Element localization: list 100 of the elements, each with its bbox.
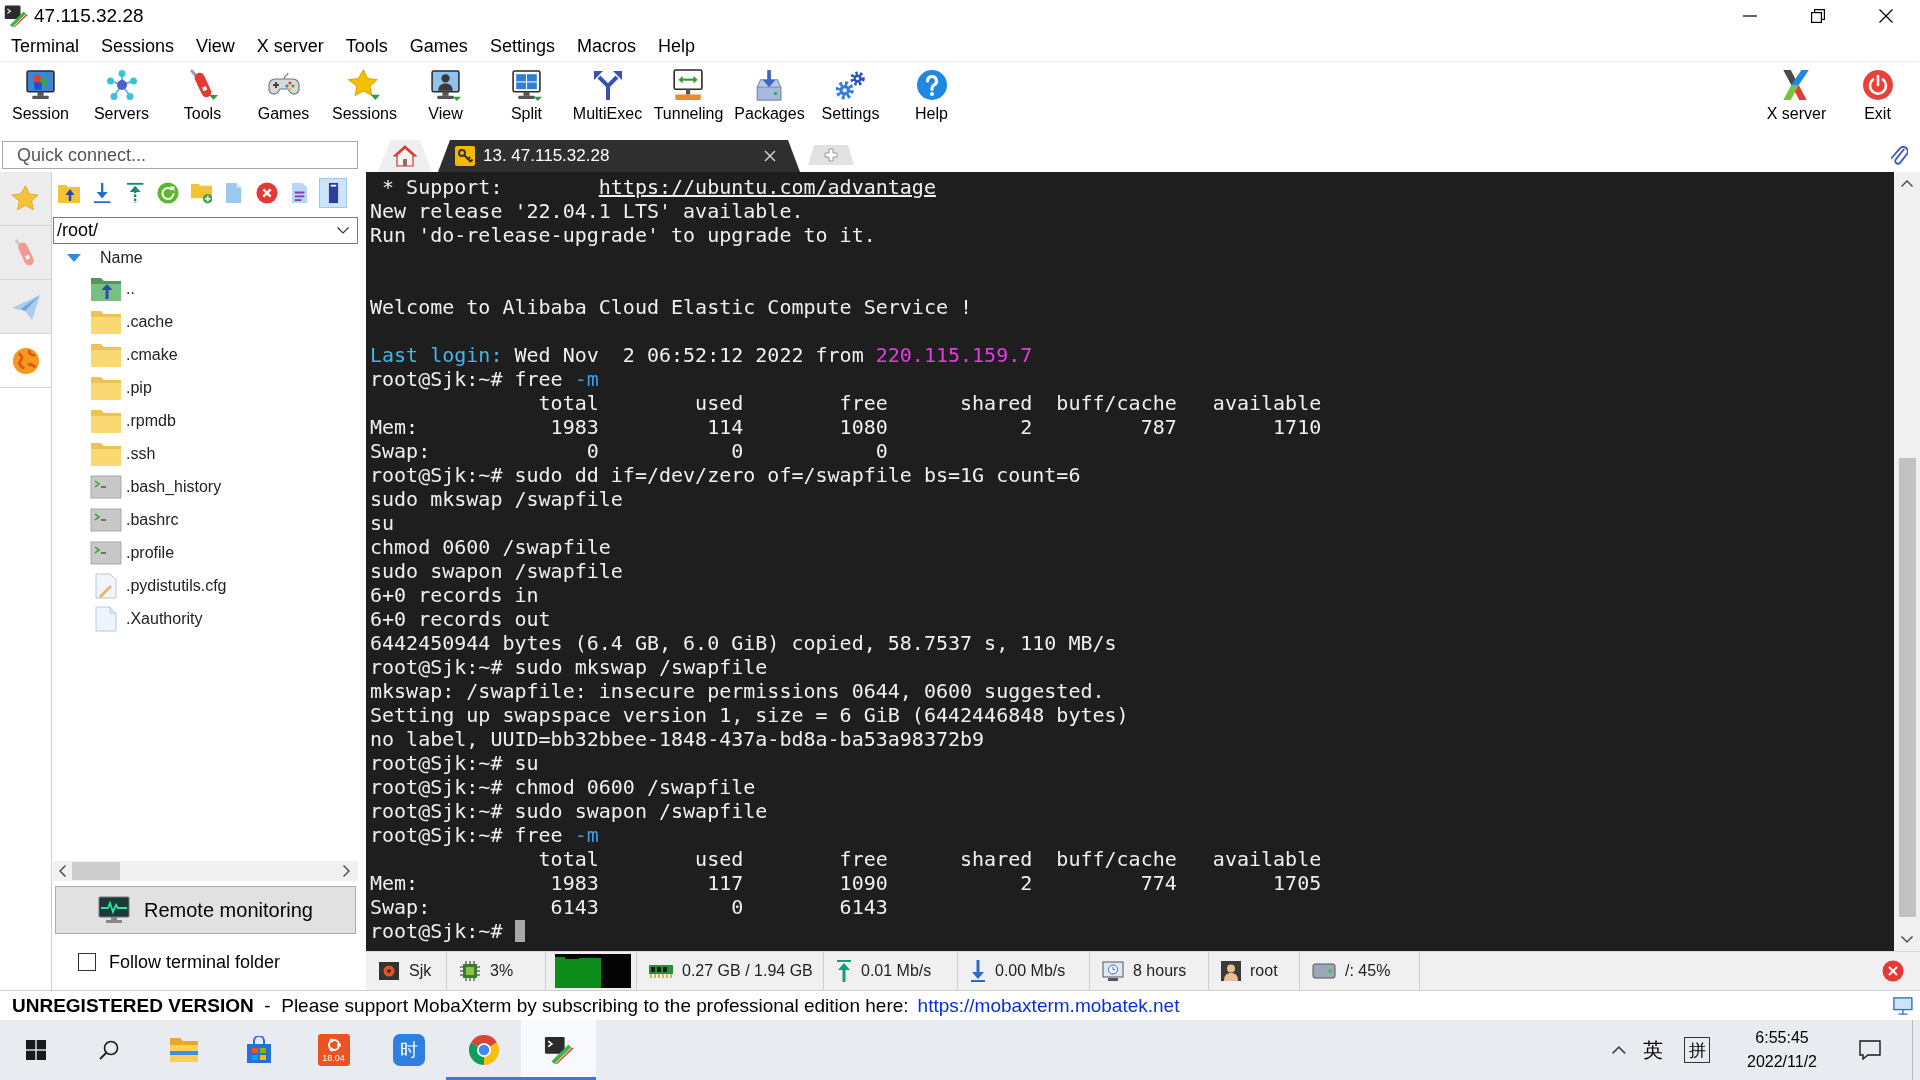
monitor-arrows-icon — [671, 69, 706, 101]
taskbar-app[interactable]: 时 — [371, 1020, 446, 1080]
circle-logo-icon — [468, 1035, 499, 1065]
close-icon[interactable] — [1882, 960, 1904, 982]
status-text: 0.27 GB / 1.94 GB — [682, 962, 813, 980]
close-icon[interactable] — [764, 150, 776, 162]
scroll-left-icon[interactable] — [59, 865, 66, 877]
monitor-grid-icon — [510, 69, 543, 101]
monitor-pulse-icon — [98, 896, 130, 924]
menu-item[interactable]: Games — [398, 32, 479, 61]
file-item[interactable]: .bashrc — [53, 503, 358, 536]
scroll-up-icon[interactable] — [1901, 180, 1913, 187]
folder-icon — [90, 308, 122, 335]
monitor-cubes-icon — [24, 69, 57, 101]
taskbar-app[interactable] — [521, 1020, 596, 1080]
app-logo-icon — [4, 4, 28, 28]
checkbox[interactable] — [78, 953, 96, 971]
terminal-line: 6+0 records out — [370, 607, 552, 631]
file-item[interactable]: .ssh — [53, 437, 358, 470]
taskbar-clock[interactable]: 6:55:45 2022/11/2 — [1730, 1022, 1834, 1078]
menu-item[interactable]: Macros — [565, 32, 647, 61]
upload-icon — [125, 182, 145, 204]
toolbar-button[interactable]: Settings — [810, 62, 891, 136]
file-item[interactable]: .Xauthority — [53, 602, 358, 635]
path-dropdown[interactable]: /root/ — [53, 217, 358, 244]
terminal-file-icon — [90, 506, 122, 533]
toolbar-button[interactable]: Tools — [162, 62, 243, 136]
menu-item[interactable]: Terminal — [0, 32, 91, 61]
file-item[interactable]: .pydistutils.cfg — [53, 569, 358, 602]
toolbar-button[interactable]: MultiExec — [567, 62, 648, 136]
edit-file-icon — [95, 572, 117, 599]
menu-item[interactable]: Help — [646, 32, 706, 61]
column-header[interactable]: Name — [53, 244, 358, 272]
monitor-person-icon — [429, 69, 462, 101]
chevron-up-icon — [1612, 1046, 1626, 1054]
terminal-line: Swap: 6143 0 6143 — [370, 895, 889, 919]
checkbox-label[interactable]: Follow terminal folder — [109, 951, 281, 973]
session-tab[interactable]: 13. 47.115.32.28 — [438, 140, 800, 172]
status-text: root — [1250, 962, 1278, 980]
toolbar-button[interactable]: View — [405, 62, 486, 136]
file-icon — [225, 182, 243, 204]
sftp-tool-button[interactable] — [319, 178, 347, 208]
terminal-text: * Support: — [381, 175, 504, 199]
file-item[interactable]: .pip — [53, 371, 358, 404]
menu-item[interactable]: View — [185, 32, 246, 61]
vertical-scrollbar[interactable] — [1894, 172, 1920, 951]
toolbar-button[interactable]: Help — [891, 62, 972, 136]
user-icon — [1221, 961, 1241, 981]
file-item[interactable]: .. — [53, 272, 358, 305]
ime-button[interactable]: 拼 — [1684, 1037, 1710, 1063]
menu-item[interactable]: Tools — [334, 32, 399, 61]
folder-up-icon — [90, 275, 122, 302]
terminal-line: su — [370, 511, 396, 535]
file-item[interactable]: .bash_history — [53, 470, 358, 503]
file-item[interactable]: .rpmdb — [53, 404, 358, 437]
scroll-down-icon[interactable] — [1901, 936, 1913, 943]
menu-item[interactable]: Settings — [478, 32, 566, 61]
folder-icon — [90, 374, 122, 401]
document-icon — [291, 182, 309, 204]
monitor-icon[interactable] — [1893, 996, 1913, 1015]
file-item[interactable]: .profile — [53, 536, 358, 569]
paperclip-icon[interactable] — [1889, 144, 1908, 166]
toolbar-button[interactable]: Tunneling — [648, 62, 729, 136]
circle-logo-icon — [326, 1037, 341, 1052]
remote-monitoring-button[interactable]: Remote monitoring — [55, 886, 356, 934]
horizontal-scrollbar[interactable] — [53, 861, 358, 881]
chip-icon — [459, 960, 481, 982]
terminal-line: root@Sjk:~# su — [370, 751, 540, 775]
menu-item[interactable]: Sessions — [90, 32, 186, 61]
refresh-icon — [157, 182, 179, 204]
input-mode-button[interactable]: 英 — [1636, 1030, 1670, 1070]
scroll-right-icon[interactable] — [343, 865, 350, 877]
plus-icon — [824, 148, 838, 162]
terminal-line: Mem: 1983 117 1090 2 774 1705 — [370, 871, 1323, 895]
file-item[interactable]: .cmake — [53, 338, 358, 371]
terminal-file-icon — [90, 473, 122, 500]
terminal-line: root@Sjk:~# sudo mkswap /swapfile — [370, 655, 769, 679]
terminal-logo-icon — [378, 961, 400, 981]
quick-connect-field[interactable]: Quick connect... — [2, 141, 358, 169]
toolbar-button[interactable]: Sessions — [324, 62, 405, 136]
power-icon — [1861, 69, 1894, 101]
toolbar-button[interactable]: X server — [1756, 62, 1837, 136]
scrollbar-thumb[interactable] — [1898, 458, 1916, 917]
window-title: 47.115.32.28 — [34, 5, 144, 27]
sort-icon — [67, 254, 81, 262]
toolbar-button[interactable]: Packages — [729, 62, 810, 136]
folder-up-icon — [57, 182, 81, 204]
notice-link[interactable]: https://mobaxterm.mobatek.net — [917, 994, 1180, 1016]
toolbar-button[interactable]: Split — [486, 62, 567, 136]
toolbar-button[interactable]: Games — [243, 62, 324, 136]
terminal-link[interactable]: https://ubuntu.com/advantage — [598, 175, 936, 199]
toolbar-button[interactable]: Session — [0, 62, 81, 136]
status-text: Sjk — [409, 962, 432, 980]
scrollbar-thumb[interactable] — [72, 862, 120, 880]
terminal-line: root@Sjk:~# chmod 0600 /swapfile — [370, 775, 757, 799]
file-item[interactable]: .cache — [53, 305, 358, 338]
toolbar-button[interactable]: Exit — [1837, 62, 1918, 136]
menu-item[interactable]: X server — [245, 32, 335, 61]
toolbar-button[interactable]: Servers — [81, 62, 162, 136]
taskbar-app[interactable]: 18.04 — [296, 1020, 371, 1080]
